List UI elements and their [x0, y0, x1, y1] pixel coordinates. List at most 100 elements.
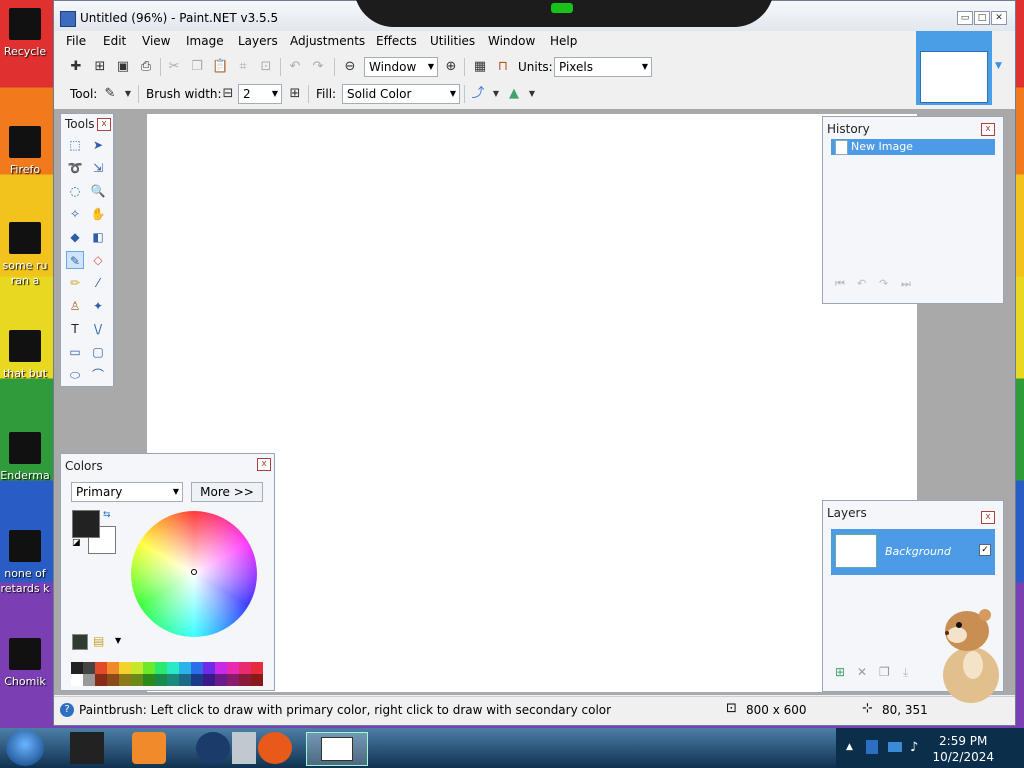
zoom-out-icon[interactable]: ⊖ [342, 59, 358, 75]
desktop-icon-chomik[interactable]: Chomik [0, 638, 50, 689]
menu-window[interactable]: Window [488, 34, 535, 48]
primary-color-swatch[interactable] [72, 510, 100, 538]
increase-icon[interactable]: ⊞ [287, 86, 303, 102]
layer-row[interactable]: Background ✓ [831, 529, 995, 575]
chevron-down-icon[interactable]: ▼ [120, 86, 136, 102]
duplicate-layer-icon[interactable]: ❐ [879, 665, 890, 679]
paintbrush-icon[interactable]: ✎ [102, 86, 118, 102]
redo-icon[interactable]: ↷ [310, 59, 326, 75]
undo-icon[interactable]: ↶ [287, 59, 303, 75]
more-colors-button[interactable]: More >> [191, 482, 263, 502]
color-mode-select[interactable]: Primary ▼ [71, 482, 183, 502]
antialiasing-icon[interactable]: ⤴ [470, 86, 486, 102]
clock[interactable]: 2:59 PM 10/2/2024 [932, 733, 994, 765]
undo-step-icon[interactable]: ↶ [857, 277, 866, 290]
airplane-icon[interactable] [232, 732, 256, 764]
color-wheel[interactable] [131, 511, 257, 637]
cut-icon[interactable]: ✂ [166, 59, 182, 75]
menu-help[interactable]: Help [550, 34, 577, 48]
desktop-icon-recycle[interactable]: Recycle [0, 8, 50, 59]
paintbrush-tool-icon[interactable]: ✎ [66, 251, 84, 269]
menu-edit[interactable]: Edit [103, 34, 126, 48]
zoom-select[interactable]: Window ▼ [364, 57, 438, 77]
paintnet-app-icon[interactable] [60, 11, 76, 27]
zoom-tool-icon[interactable]: 🔍 [89, 182, 107, 200]
gradient-tool-icon[interactable]: ◧ [89, 228, 107, 246]
first-step-icon[interactable]: ⏮ [835, 277, 845, 291]
lasso-select-tool-icon[interactable]: ➰ [66, 159, 84, 177]
chevron-down-icon[interactable]: ▼ [524, 86, 540, 102]
close-icon[interactable]: x [257, 458, 271, 471]
desktop-icon-that[interactable]: that but [0, 330, 50, 381]
desktop-icon-some[interactable]: some ru ran a [0, 222, 50, 288]
chevron-down-icon[interactable]: ▼ [488, 86, 504, 102]
clone-stamp-tool-icon[interactable]: ♙ [66, 297, 84, 315]
thumbnail-scroll-icon[interactable]: ▼ [995, 61, 1002, 71]
close-icon[interactable]: x [981, 511, 995, 524]
paintnet-taskbar-button[interactable] [306, 732, 368, 766]
rectangle-select-tool-icon[interactable]: ⬚ [66, 136, 84, 154]
desktop-icon-enderman[interactable]: Enderma [0, 432, 50, 483]
blend-mode-icon[interactable]: ▲ [506, 86, 522, 102]
menu-utilities[interactable]: Utilities [430, 34, 475, 48]
grid-icon[interactable]: ▦ [472, 59, 488, 75]
network-icon[interactable] [888, 742, 902, 752]
save-icon[interactable]: ▣ [115, 59, 131, 75]
chevron-down-icon[interactable]: ▼ [115, 636, 121, 645]
ellipse-select-tool-icon[interactable]: ◌ [66, 182, 84, 200]
print-icon[interactable]: ⎙ [138, 59, 154, 75]
crop-to-selection-icon[interactable]: ⌗ [235, 59, 251, 75]
close-icon[interactable]: x [97, 118, 111, 131]
close-button[interactable]: ✕ [991, 11, 1007, 25]
fill-select[interactable]: Solid Color ▼ [342, 84, 460, 104]
deselect-icon[interactable]: ⊡ [258, 59, 274, 75]
decrease-icon[interactable]: ⊟ [220, 86, 236, 102]
new-file-icon[interactable]: ✚ [68, 59, 84, 75]
menu-effects[interactable]: Effects [376, 34, 417, 48]
menu-view[interactable]: View [142, 34, 170, 48]
copy-icon[interactable]: ❐ [189, 59, 205, 75]
menu-adjustments[interactable]: Adjustments [290, 34, 365, 48]
move-selected-pixels-tool-icon[interactable]: ➤ [89, 136, 107, 154]
paste-icon[interactable]: 📋 [212, 59, 228, 75]
redo-step-icon[interactable]: ↷ [879, 277, 888, 290]
menu-layers[interactable]: Layers [238, 34, 278, 48]
magic-wand-tool-icon[interactable]: ✧ [66, 205, 84, 223]
pan-tool-icon[interactable]: ✋ [89, 205, 107, 223]
pencil-tool-icon[interactable]: ✏ [66, 274, 84, 292]
recolor-tool-icon[interactable]: ✦ [89, 297, 107, 315]
color-palette[interactable] [71, 662, 263, 686]
layer-visibility-checkbox[interactable]: ✓ [979, 544, 991, 556]
image-thumbnail-tab[interactable] [916, 31, 992, 105]
delete-layer-icon[interactable]: ✕ [857, 665, 867, 679]
freeform-shape-tool-icon[interactable]: ⌒ [89, 366, 107, 384]
rulers-icon[interactable]: ⊓ [495, 59, 511, 75]
title-bar[interactable]: Untitled (96%) - Paint.NET v3.5.5 ▭ □ ✕ [54, 0, 1015, 31]
zoom-in-icon[interactable]: ⊕ [443, 59, 459, 75]
last-step-icon[interactable]: ⏭ [901, 277, 911, 291]
units-select[interactable]: Pixels ▼ [554, 57, 652, 77]
firefox-taskbar-icon[interactable] [258, 732, 292, 764]
menu-image[interactable]: Image [186, 34, 224, 48]
tray-icon[interactable] [866, 740, 878, 754]
ellipse-tool-icon[interactable]: ⬭ [66, 366, 84, 384]
volume-icon[interactable]: ♪ [910, 740, 918, 755]
brush-width-select[interactable]: 2 ▼ [238, 84, 282, 104]
color-picker-tool-icon[interactable]: ⁄ [89, 274, 107, 292]
line-curve-tool-icon[interactable]: \/ [89, 320, 107, 338]
rounded-rectangle-tool-icon[interactable]: ▢ [89, 343, 107, 361]
taskbar-app-icon[interactable] [70, 732, 104, 764]
restore-button[interactable]: □ [974, 11, 990, 25]
add-to-palette-icon[interactable] [72, 634, 88, 650]
media-player-icon[interactable] [132, 732, 166, 764]
swap-colors-icon[interactable]: ⇆ [103, 510, 111, 520]
minimize-button[interactable]: ▭ [957, 11, 973, 25]
show-hidden-icons-icon[interactable]: ▲ [846, 742, 853, 752]
move-selection-tool-icon[interactable]: ⇲ [89, 159, 107, 177]
palette-menu-icon[interactable]: ▤ [93, 634, 104, 648]
add-layer-icon[interactable]: ⊞ [835, 665, 845, 679]
menu-file[interactable]: File [66, 34, 86, 48]
desktop-icon-none[interactable]: none of retards k [0, 530, 50, 596]
rectangle-tool-icon[interactable]: ▭ [66, 343, 84, 361]
paint-bucket-tool-icon[interactable]: ◆ [66, 228, 84, 246]
